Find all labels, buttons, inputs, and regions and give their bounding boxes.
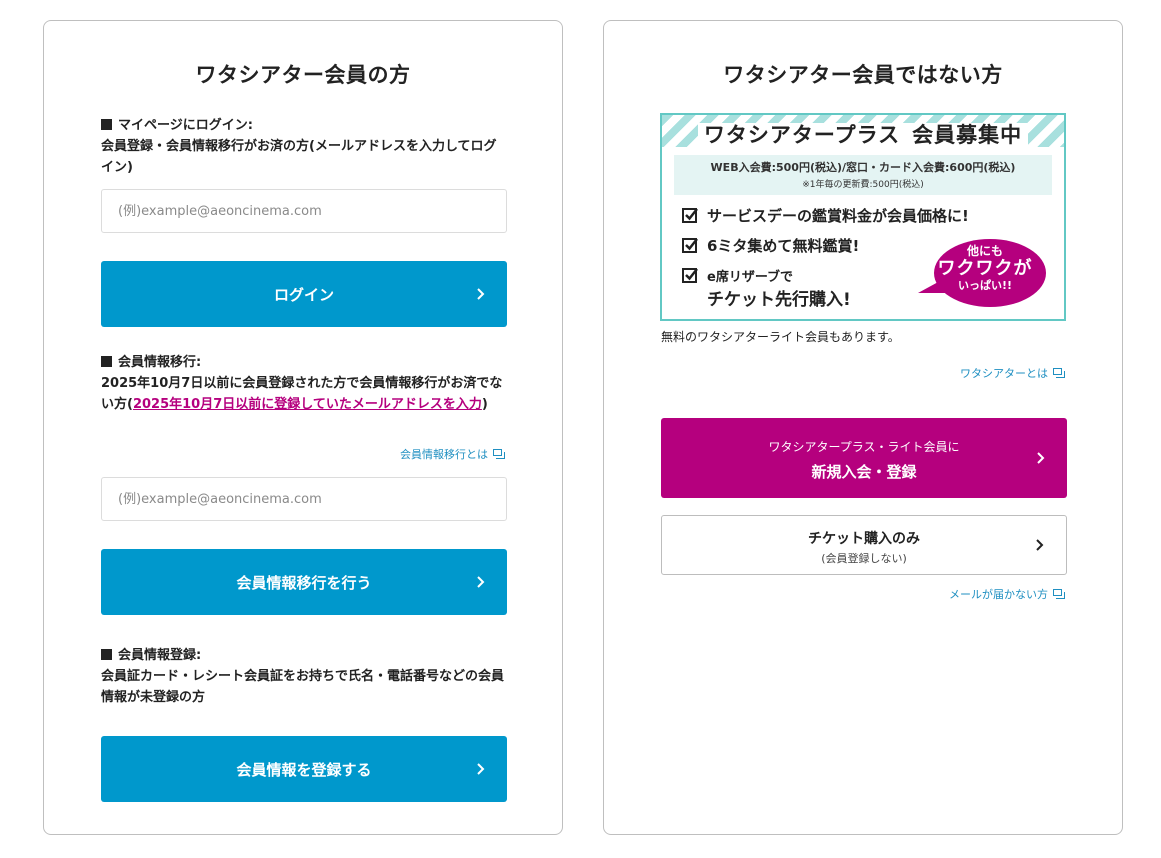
login-heading: マイページにログイン: [101,115,511,136]
square-bullet-icon [101,649,112,660]
member-panel-title: ワタシアター会員の方 [195,63,411,87]
non-member-panel-title: ワタシアター会員ではない方 [723,63,1003,87]
benefit-item: e席リザーブで チケット先行購入! [682,265,851,311]
square-bullet-icon [101,356,112,367]
banner-fee-box: WEB入会費:500円(税込)/窓口・カード入会費:600円(税込) ※1年毎の… [674,155,1052,195]
signup-button[interactable]: ワタシアタープラス・ライト会員に 新規入会・登録 [661,418,1067,498]
migration-email-link[interactable]: 2025年10月7日以前に登録していたメールアドレスを入力 [133,397,482,412]
register-info-button[interactable]: 会員情報を登録する [101,736,507,802]
benefit-item: サービスデーの鑑賞料金が会員価格に! [682,205,969,227]
registration-heading: 会員情報登録: [101,645,511,666]
external-window-icon [493,449,505,459]
chevron-right-icon [1036,539,1044,551]
migration-email-input[interactable] [101,477,507,521]
external-window-icon [1053,368,1065,378]
checkbox-icon [682,238,698,253]
light-member-note: 無料のワタシアターライト会員もあります。 [661,330,900,344]
registration-description: 会員証カード・レシート会員証をお持ちで氏名・電話番号などの会員情報が未登録の方 [101,669,505,705]
bubble-text: 他にも ワクワクが いっぱい!! [937,244,1033,292]
chevron-right-icon [1037,452,1045,464]
migration-button[interactable]: 会員情報移行を行う [101,549,507,615]
plus-member-banner[interactable]: ワタシアタープラス 会員募集中 WEB入会費:500円(税込)/窓口・カード入会費… [660,113,1066,321]
migration-heading: 会員情報移行: [101,352,511,373]
mail-not-received-link[interactable]: メールが届かない方 [949,586,1065,602]
checkbox-icon [682,208,698,223]
banner-fee-line: WEB入会費:500円(税込)/窓口・カード入会費:600円(税込) [710,161,1016,174]
non-member-panel: ワタシアター会員ではない方 ワタシアタープラス 会員募集中 WEB入会費:500円… [603,20,1123,835]
login-description: 会員登録・会員情報移行がお済の方(メールアドレスを入力してログイン) [101,139,497,175]
chevron-right-icon [477,288,485,300]
login-email-input[interactable] [101,189,507,233]
ticket-only-button[interactable]: チケット購入のみ (会員登録しない) [661,515,1067,575]
about-watashiata-link[interactable]: ワタシアターとは [960,365,1065,381]
external-window-icon [1053,589,1065,599]
banner-renewal-line: ※1年毎の更新費:500円(税込) [802,180,924,190]
square-bullet-icon [101,119,112,130]
checkbox-icon [682,268,698,283]
member-panel: ワタシアター会員の方 マイページにログイン: 会員登録・会員情報移行がお済の方(… [43,20,563,835]
migration-about-link[interactable]: 会員情報移行とは [400,446,505,462]
login-button[interactable]: ログイン [101,261,507,327]
benefit-item: 6ミタ集めて無料鑑賞! [682,235,859,257]
banner-title: ワタシアタープラス 会員募集中 [662,119,1064,149]
chevron-right-icon [477,763,485,775]
migration-description: 2025年10月7日以前に会員登録された方で会員情報移行がお済でない方(2025… [101,376,503,412]
chevron-right-icon [477,576,485,588]
